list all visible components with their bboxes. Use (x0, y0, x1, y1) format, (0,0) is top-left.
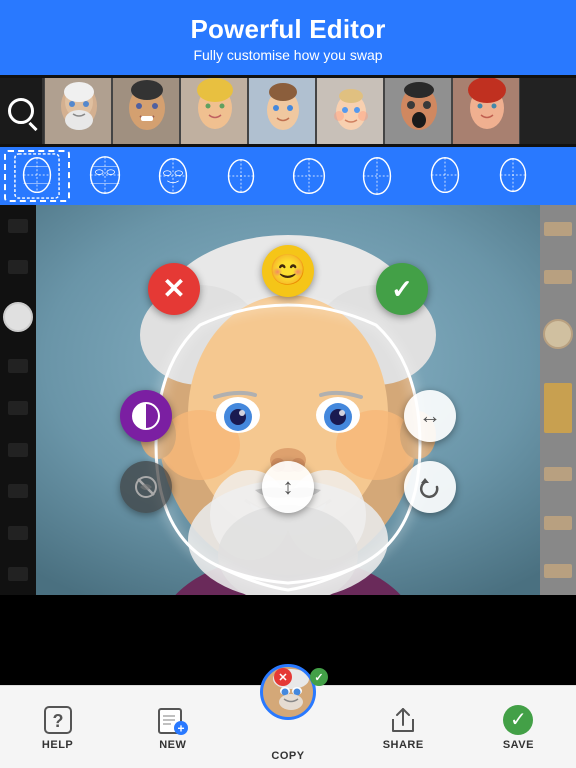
save-button[interactable]: ✓ SAVE (461, 686, 576, 768)
silhouette-strip (0, 147, 576, 205)
face-thumb-2[interactable] (112, 77, 180, 145)
overlay-controls: ✕ 😊 ✓ ↔ ↕ (0, 205, 576, 595)
share-button[interactable]: SHARE (346, 686, 461, 768)
face-thumbnail-strip (0, 75, 576, 147)
search-button[interactable] (0, 75, 44, 147)
svg-text:+: + (177, 721, 184, 735)
copy-cancel-badge: ✕ (274, 668, 292, 686)
arrow-horizontal-icon: ↔ (419, 403, 441, 429)
copy-button[interactable]: ✕ ✓ COPY (230, 686, 345, 768)
cancel-button[interactable]: ✕ (148, 263, 200, 315)
help-label: HELP (42, 739, 73, 751)
hide-button[interactable] (120, 461, 172, 513)
header-title: Powerful Editor (10, 14, 566, 45)
silhouette-item-5[interactable] (276, 150, 342, 202)
share-label: SHARE (383, 739, 424, 751)
new-button[interactable]: + NEW (115, 686, 230, 768)
save-icon: ✓ (502, 704, 534, 736)
bottom-toolbar: ? HELP + NEW (0, 685, 576, 768)
face-thumb-6[interactable] (384, 77, 452, 145)
check-icon: ✓ (391, 274, 413, 305)
half-circle-icon (132, 402, 160, 430)
smile-icon: 😊 (269, 256, 306, 286)
silhouette-item-7[interactable] (412, 150, 478, 202)
resize-vertical-button[interactable]: ↕ (262, 461, 314, 513)
search-icon (8, 98, 34, 124)
rotate-button[interactable] (404, 461, 456, 513)
face-thumb-4[interactable] (248, 77, 316, 145)
help-icon: ? (42, 704, 74, 736)
face-thumb-5[interactable] (316, 77, 384, 145)
face-thumb-3[interactable] (180, 77, 248, 145)
header-subtitle: Fully customise how you swap (10, 47, 566, 63)
share-icon (387, 704, 419, 736)
smile-button[interactable]: 😊 (262, 245, 314, 297)
eye-off-icon (132, 473, 160, 501)
silhouette-item-1[interactable] (4, 150, 70, 202)
x-icon: ✕ (162, 275, 185, 303)
face-thumb-1[interactable] (44, 77, 112, 145)
silhouette-item-3[interactable] (140, 150, 206, 202)
rotate-icon (417, 474, 443, 500)
help-button[interactable]: ? HELP (0, 686, 115, 768)
silhouette-item-4[interactable] (208, 150, 274, 202)
editor-area: ✕ 😊 ✓ ↔ ↕ (0, 205, 576, 595)
new-icon: + (157, 704, 189, 736)
arrow-vertical-icon: ↕ (283, 474, 294, 500)
resize-horizontal-button[interactable]: ↔ (404, 390, 456, 442)
blend-button[interactable] (120, 390, 172, 442)
silhouette-item-6[interactable] (344, 150, 410, 202)
silhouette-item-2[interactable] (72, 150, 138, 202)
confirm-button[interactable]: ✓ (376, 263, 428, 315)
silhouette-item-8[interactable] (480, 150, 546, 202)
svg-text:?: ? (52, 711, 63, 731)
face-thumb-7[interactable] (452, 77, 520, 145)
copy-label: COPY (271, 750, 304, 762)
new-label: NEW (159, 739, 186, 751)
copy-confirm-badge: ✓ (310, 668, 328, 686)
save-label: SAVE (503, 739, 534, 751)
header: Powerful Editor Fully customise how you … (0, 0, 576, 75)
